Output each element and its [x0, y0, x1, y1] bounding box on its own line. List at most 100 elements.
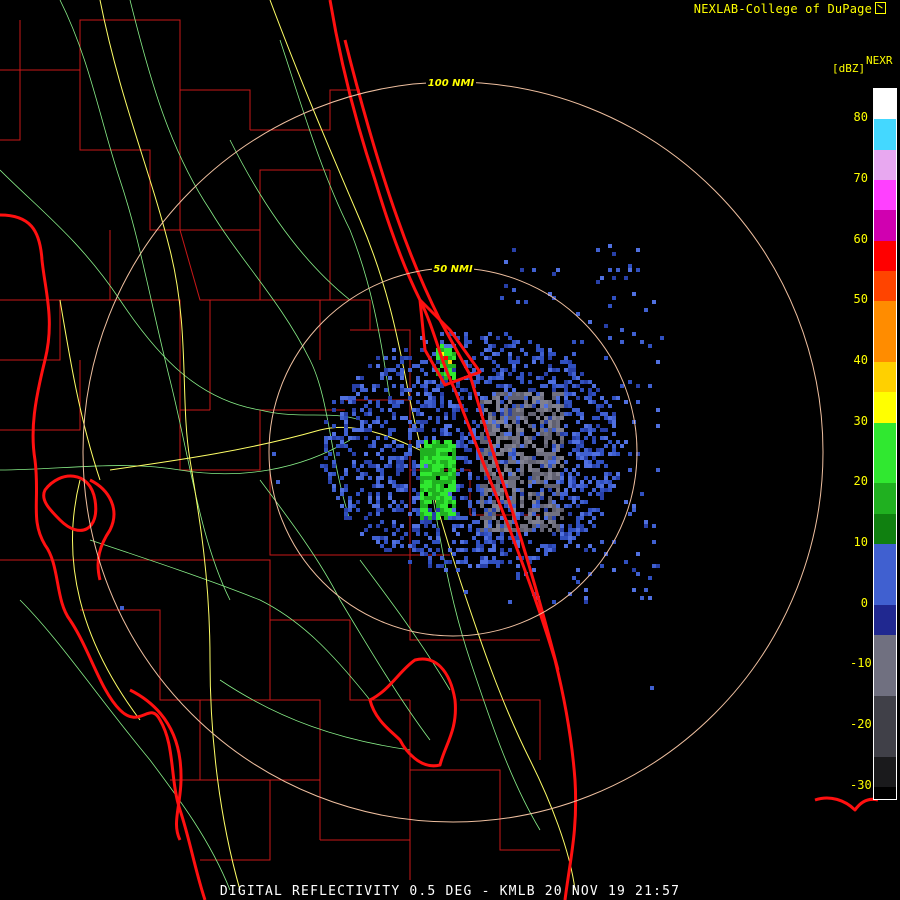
echo-pixel: [552, 512, 556, 516]
echo-pixel: [468, 440, 472, 444]
echo-pixel: [584, 448, 588, 452]
echo-pixel: [448, 476, 452, 480]
echo-pixel: [476, 500, 480, 504]
echo-pixel: [488, 428, 492, 432]
echo-pixel: [428, 444, 432, 448]
echo-pixel: [528, 412, 532, 416]
echo-pixel: [604, 480, 608, 484]
echo-pixel: [564, 400, 568, 404]
echo-pixel: [400, 368, 404, 372]
echo-pixel: [500, 532, 504, 536]
echo-pixel: [444, 488, 448, 492]
echo-pixel: [600, 436, 604, 440]
echo-pixel: [376, 400, 380, 404]
echo-pixel: [608, 488, 612, 492]
echo-pixel: [436, 468, 440, 472]
echo-pixel: [416, 524, 420, 528]
echo-pixel: [580, 388, 584, 392]
echo-pixel: [568, 480, 572, 484]
echo-pixel: [476, 484, 480, 488]
echo-pixel: [436, 360, 440, 364]
echo-pixel: [572, 384, 576, 388]
echo-pixel: [568, 364, 572, 368]
echo-pixel: [592, 392, 596, 396]
echo-pixel: [420, 440, 424, 444]
echo-pixel: [400, 392, 404, 396]
echo-pixel: [328, 436, 332, 440]
echo-pixel: [552, 404, 556, 408]
color-scale-segment: [874, 695, 896, 757]
echo-pixel: [588, 424, 592, 428]
echo-pixel: [388, 444, 392, 448]
echo-pixel: [444, 512, 448, 516]
echo-pixel: [520, 412, 524, 416]
echo-pixel: [440, 428, 444, 432]
echo-pixel: [428, 448, 432, 452]
echo-pixel: [632, 504, 636, 508]
echo-pixel: [400, 372, 404, 376]
echo-pixel: [456, 384, 460, 388]
echo-pixel: [616, 396, 620, 400]
echo-pixel: [508, 416, 512, 420]
echo-pixel: [468, 524, 472, 528]
echo-pixel: [524, 352, 528, 356]
echo-pixel: [448, 356, 452, 360]
echo-pixel: [272, 452, 276, 456]
echo-pixel: [372, 504, 376, 508]
echo-pixel: [568, 400, 572, 404]
echo-pixel: [392, 440, 396, 444]
echo-pixel: [508, 432, 512, 436]
echo-pixel: [552, 428, 556, 432]
echo-pixel: [596, 480, 600, 484]
echo-pixel: [484, 484, 488, 488]
echo-pixel: [392, 456, 396, 460]
echo-pixel: [332, 488, 336, 492]
echo-pixel: [384, 444, 388, 448]
echo-pixel: [428, 536, 432, 540]
echo-pixel: [348, 500, 352, 504]
echo-pixel: [520, 456, 524, 460]
echo-pixel: [568, 404, 572, 408]
echo-pixel: [548, 544, 552, 548]
echo-pixel: [596, 416, 600, 420]
echo-pixel: [344, 468, 348, 472]
echo-pixel: [484, 520, 488, 524]
color-scale-tick: 50: [853, 292, 868, 307]
echo-pixel: [560, 436, 564, 440]
echo-pixel: [552, 412, 556, 416]
echo-pixel: [376, 504, 380, 508]
echo-pixel: [544, 456, 548, 460]
echo-pixel: [324, 436, 328, 440]
echo-pixel: [500, 296, 504, 300]
echo-pixel: [460, 560, 464, 564]
echo-pixel: [532, 472, 536, 476]
echo-pixel: [584, 452, 588, 456]
echo-pixel: [460, 540, 464, 544]
echo-pixel: [432, 472, 436, 476]
echo-pixel: [436, 508, 440, 512]
echo-pixel: [400, 468, 404, 472]
echo-pixel: [464, 548, 468, 552]
echo-pixel: [440, 340, 444, 344]
echo-pixel: [588, 380, 592, 384]
echo-pixel: [568, 392, 572, 396]
echo-pixel: [332, 472, 336, 476]
echo-pixel: [660, 336, 664, 340]
echo-pixel: [512, 408, 516, 412]
echo-pixel: [544, 444, 548, 448]
echo-pixel: [524, 444, 528, 448]
echo-pixel: [560, 524, 564, 528]
echo-pixel: [508, 480, 512, 484]
echo-pixel: [548, 432, 552, 436]
echo-pixel: [540, 360, 544, 364]
echo-pixel: [432, 448, 436, 452]
echo-pixel: [484, 400, 488, 404]
echo-pixel: [608, 244, 612, 248]
echo-pixel: [536, 416, 540, 420]
echo-pixel: [508, 360, 512, 364]
echo-pixel: [420, 464, 424, 468]
echo-pixel: [384, 372, 388, 376]
external-link-icon: [875, 2, 886, 14]
echo-pixel: [412, 408, 416, 412]
echo-pixel: [432, 512, 436, 516]
